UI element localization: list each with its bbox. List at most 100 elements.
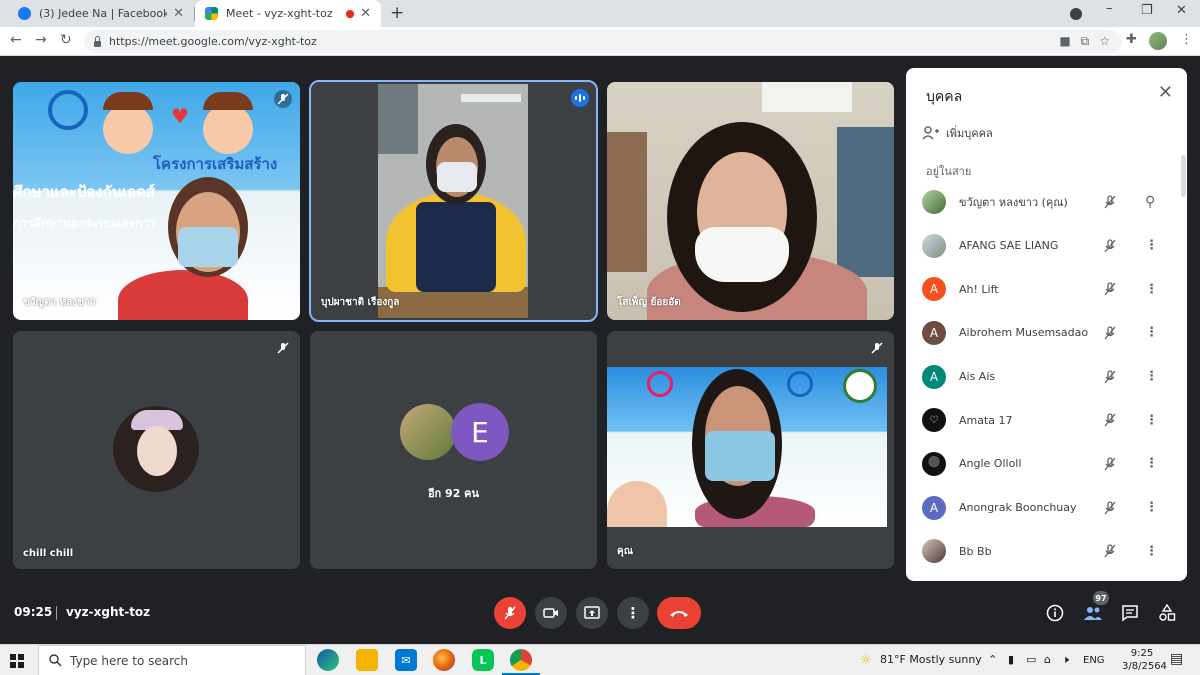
taskbar-search-input[interactable]: Type here to search (38, 645, 306, 675)
facebook-icon (18, 7, 31, 20)
leave-call-button[interactable] (657, 597, 701, 629)
video-tile[interactable]: chill chill (13, 331, 300, 569)
camera-icon[interactable]: ■ (1059, 34, 1070, 49)
participant-row[interactable]: ♡ Amata 17 ⋮ (906, 398, 1187, 442)
notification-center-icon[interactable]: ▤ (1170, 651, 1183, 667)
mic-off-icon[interactable] (1102, 281, 1118, 297)
mic-off-icon[interactable] (1102, 500, 1118, 516)
participant-row[interactable]: A Anongrak Boonchuay ⋮ (906, 486, 1187, 530)
more-options-icon[interactable]: ⋮ (1145, 238, 1158, 253)
lock-icon (94, 35, 101, 47)
ceiling-light (461, 94, 521, 102)
tab-meet[interactable]: Meet - vyz-xght-toz ✕ (195, 0, 381, 27)
banner-subtitle: ศึกษาและป้องกันเอดส์ (13, 183, 156, 201)
more-options-icon[interactable]: ⋮ (1145, 369, 1158, 384)
minimize-icon[interactable]: – (1106, 1, 1113, 16)
tab-search-icon[interactable] (1070, 8, 1082, 20)
more-options-icon[interactable]: ⋮ (1145, 413, 1158, 428)
system-clock[interactable]: 9:25 3/8/2564 (1122, 647, 1167, 673)
weather-text[interactable]: 81°F Mostly sunny (880, 653, 982, 666)
participant-name: ขวัญตา หลงขาว (คุณ) (959, 195, 1068, 209)
mic-off-icon[interactable] (1102, 543, 1118, 559)
microphone-toggle-button[interactable] (494, 597, 526, 629)
close-icon[interactable]: ✕ (173, 6, 184, 21)
network-icon[interactable]: ⌂ (1044, 653, 1051, 666)
cartoon-boy-face (203, 104, 253, 154)
people-button[interactable] (1082, 602, 1104, 624)
camera-toggle-button[interactable] (535, 597, 567, 629)
forward-icon[interactable]: → (35, 32, 47, 48)
more-options-icon[interactable]: ⋮ (1145, 325, 1158, 340)
cartoon-hair (203, 92, 253, 110)
female-symbol-icon (647, 371, 673, 397)
tab-title: Meet - vyz-xght-toz (226, 7, 333, 20)
reload-icon[interactable]: ↻ (60, 32, 72, 48)
edge-browser-icon[interactable] (317, 649, 339, 671)
input-language[interactable]: ENG (1083, 655, 1105, 666)
participant-row[interactable]: AFANG SAE LIANG ⋮ (906, 224, 1187, 268)
more-options-icon[interactable]: ⋮ (1145, 544, 1158, 559)
menu-kebab-icon[interactable]: ⋮ (1180, 32, 1193, 47)
mic-off-icon[interactable] (1102, 369, 1118, 385)
video-tile-others[interactable]: E อีก 92 คน (310, 331, 597, 569)
hang-up-icon (670, 611, 688, 617)
translate-icon[interactable]: ⧉ (1081, 34, 1090, 49)
close-icon[interactable]: ✕ (360, 6, 371, 21)
panel-scrollbar[interactable] (1181, 155, 1186, 197)
activities-button[interactable] (1156, 602, 1178, 624)
video-tile[interactable]: ♥ โครงการเสริมสร้าง ศึกษาและป้องกันเอดส์… (13, 82, 300, 320)
participant-name: Ais Ais (959, 370, 996, 384)
pin-icon[interactable]: ⚲ (1145, 194, 1155, 210)
video-tile-self[interactable]: คุณ (607, 331, 894, 569)
avatar: A (922, 364, 946, 389)
profile-avatar[interactable] (1149, 32, 1167, 50)
address-bar[interactable]: https://meet.google.com/vyz-xght-toz ■ ⧉… (84, 30, 1122, 53)
file-explorer-icon[interactable] (356, 649, 378, 671)
chrome-icon[interactable] (502, 649, 540, 675)
mic-off-icon[interactable] (1102, 325, 1118, 341)
avatar (922, 189, 946, 214)
participant-row[interactable]: A Ais Ais ⋮ (906, 355, 1187, 399)
participant-row[interactable]: A Aibrohem Musemsadao ⋮ (906, 311, 1187, 355)
more-options-icon[interactable]: ⋮ (1145, 500, 1158, 515)
volume-muted-icon[interactable]: 🕨 (1062, 653, 1069, 667)
new-tab-icon[interactable]: + (390, 3, 404, 23)
add-people-button[interactable]: เพิ่มบุคคล (922, 124, 993, 142)
more-options-icon[interactable]: ⋮ (1145, 282, 1158, 297)
more-options-icon: ⋮ (625, 604, 641, 622)
line-app-icon[interactable]: L (472, 649, 494, 671)
participant-row[interactable]: ขวัญตา หลงขาว (คุณ) ⚲ (906, 180, 1187, 224)
meeting-details-button[interactable] (1044, 602, 1066, 624)
mic-off-icon (868, 339, 886, 357)
mic-off-icon[interactable] (1102, 238, 1118, 254)
firefox-icon[interactable] (433, 649, 455, 671)
search-icon (49, 654, 62, 667)
windows-start-icon[interactable] (10, 654, 24, 668)
activities-shapes-icon (1159, 604, 1176, 621)
more-options-button[interactable]: ⋮ (617, 597, 649, 629)
more-options-icon[interactable]: ⋮ (1145, 456, 1158, 471)
extensions-icon[interactable]: ✚ (1126, 32, 1137, 47)
chat-button[interactable] (1119, 602, 1141, 624)
show-hidden-icons-icon[interactable]: ⌃ (988, 653, 997, 666)
participant-row[interactable]: Bb Bb ⋮ (906, 530, 1187, 574)
mail-icon[interactable]: ✉ (395, 649, 417, 671)
avatar (922, 539, 946, 564)
video-tile-active-speaker[interactable]: บุปผาชาติ เรืองกูล (309, 80, 598, 322)
mic-off-icon[interactable] (1102, 456, 1118, 472)
video-tile[interactable]: โสเพ็ญ ย้อยอัด (607, 82, 894, 320)
present-screen-button[interactable] (576, 597, 608, 629)
participant-row[interactable]: Angle Olloll ⋮ (906, 442, 1187, 486)
microphone-tray-icon[interactable]: ▮ (1008, 653, 1014, 666)
mic-off-icon[interactable] (1102, 194, 1118, 210)
close-window-icon[interactable]: ✕ (1176, 3, 1187, 18)
participant-row[interactable]: A Ah! Lift ⋮ (906, 267, 1187, 311)
tab-facebook[interactable]: (3) Jedee Na | Facebook ✕ (8, 0, 194, 27)
bookmark-star-icon[interactable]: ☆ (1099, 34, 1110, 49)
close-icon[interactable]: ✕ (1158, 82, 1173, 103)
banner-subtitle: การศึกษานอกระบบและการ (13, 216, 156, 230)
mic-off-icon[interactable] (1102, 412, 1118, 428)
battery-icon[interactable]: ▭ (1026, 653, 1036, 666)
back-icon[interactable]: ← (10, 32, 22, 48)
maximize-icon[interactable]: ❐ (1141, 3, 1153, 18)
